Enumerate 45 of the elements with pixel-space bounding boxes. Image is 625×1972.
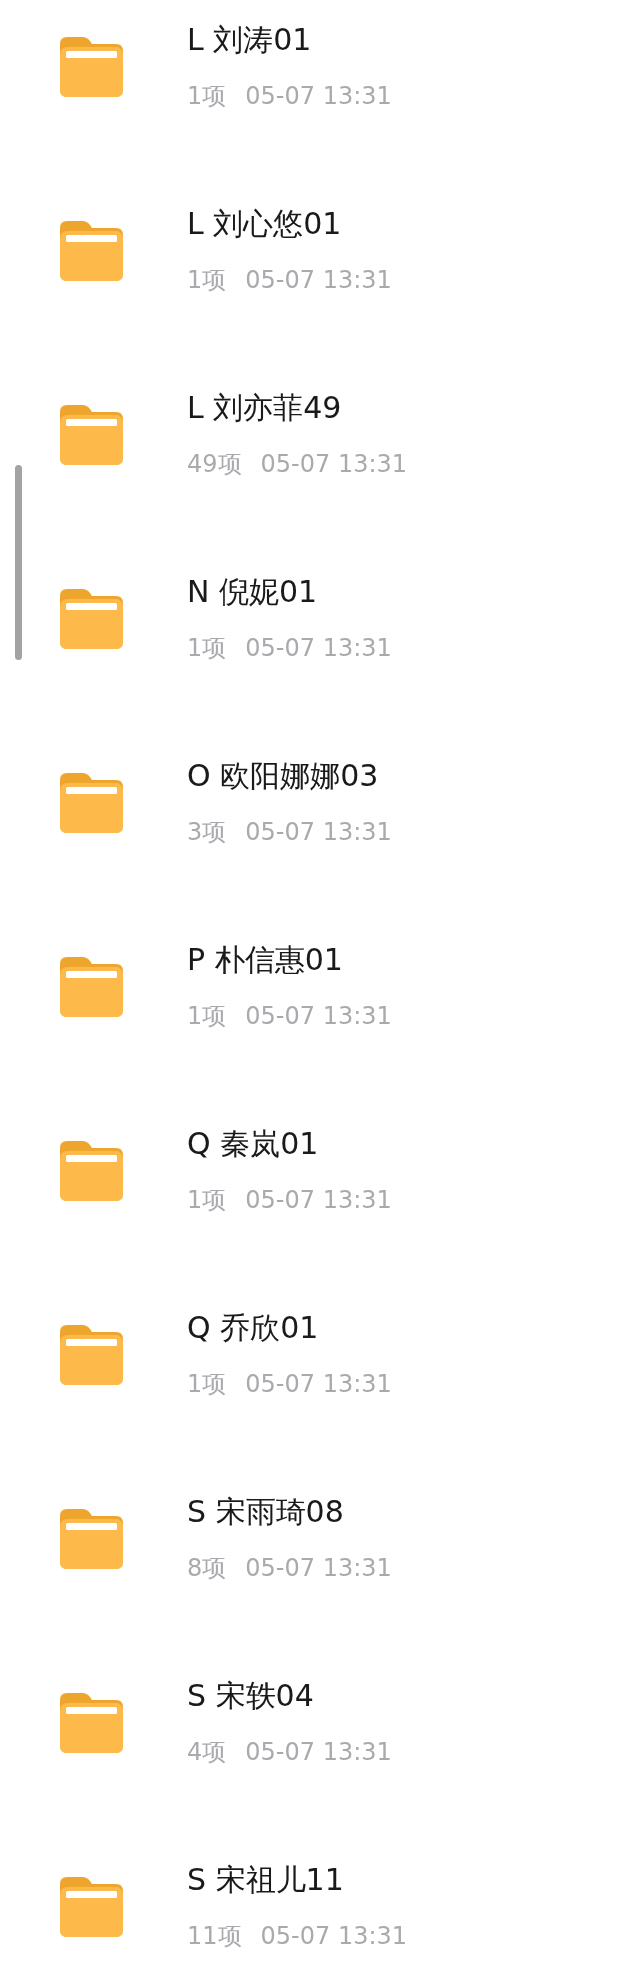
folder-icon: [60, 770, 123, 833]
item-count: 4项: [187, 1737, 227, 1767]
folder-name: S 宋祖儿11: [187, 1861, 345, 1899]
folder-icon: [60, 1322, 123, 1385]
item-count: 49项: [187, 449, 242, 479]
item-count: 11项: [187, 1921, 242, 1951]
item-count: 1项: [187, 633, 227, 663]
item-count: 1项: [187, 1369, 227, 1399]
folder-icon: [60, 34, 123, 97]
modified-time: 05-07 13:31: [245, 1185, 392, 1215]
item-count: 1项: [187, 1001, 227, 1031]
folder-icon: [60, 1506, 123, 1569]
folder-icon: [60, 954, 123, 1017]
folder-name: N 倪妮01: [187, 573, 319, 611]
folder-name: Q 秦岚01: [187, 1125, 320, 1163]
item-count: 1项: [187, 1185, 227, 1215]
modified-time: 05-07 13:31: [245, 1001, 392, 1031]
modified-time: 05-07 13:31: [260, 1921, 408, 1951]
folder-name: P 朴信惠01: [187, 941, 344, 979]
scrollbar[interactable]: [15, 465, 22, 660]
modified-time: 05-07 13:31: [245, 81, 392, 111]
folder-icon: [60, 1138, 123, 1201]
item-count: 3项: [187, 817, 227, 847]
folder-name: S 宋轶04: [187, 1677, 315, 1715]
modified-time: 05-07 13:31: [245, 1369, 392, 1399]
modified-time: 05-07 13:31: [245, 1553, 392, 1583]
folder-name: O 欧阳娜娜03: [187, 757, 380, 795]
modified-time: 05-07 13:31: [245, 1737, 392, 1767]
folder-name: L 刘涛01: [187, 21, 313, 59]
folder-name: L 刘心悠01: [187, 205, 343, 243]
folder-icon: [60, 1874, 123, 1937]
modified-time: 05-07 13:31: [245, 817, 392, 847]
folder-name: Q 乔欣01: [187, 1309, 320, 1347]
folder-name: L 刘亦菲49: [187, 389, 343, 427]
folder-icon: [60, 1690, 123, 1753]
modified-time: 05-07 13:31: [245, 633, 392, 663]
folder-name: S 宋雨琦08: [187, 1493, 345, 1531]
item-count: 1项: [187, 81, 227, 111]
folder-icon: [60, 586, 123, 649]
modified-time: 05-07 13:31: [260, 449, 408, 479]
item-count: 1项: [187, 265, 227, 295]
folder-icon: [60, 218, 123, 281]
modified-time: 05-07 13:31: [245, 265, 392, 295]
folder-icon: [60, 402, 123, 465]
item-count: 8项: [187, 1553, 227, 1583]
